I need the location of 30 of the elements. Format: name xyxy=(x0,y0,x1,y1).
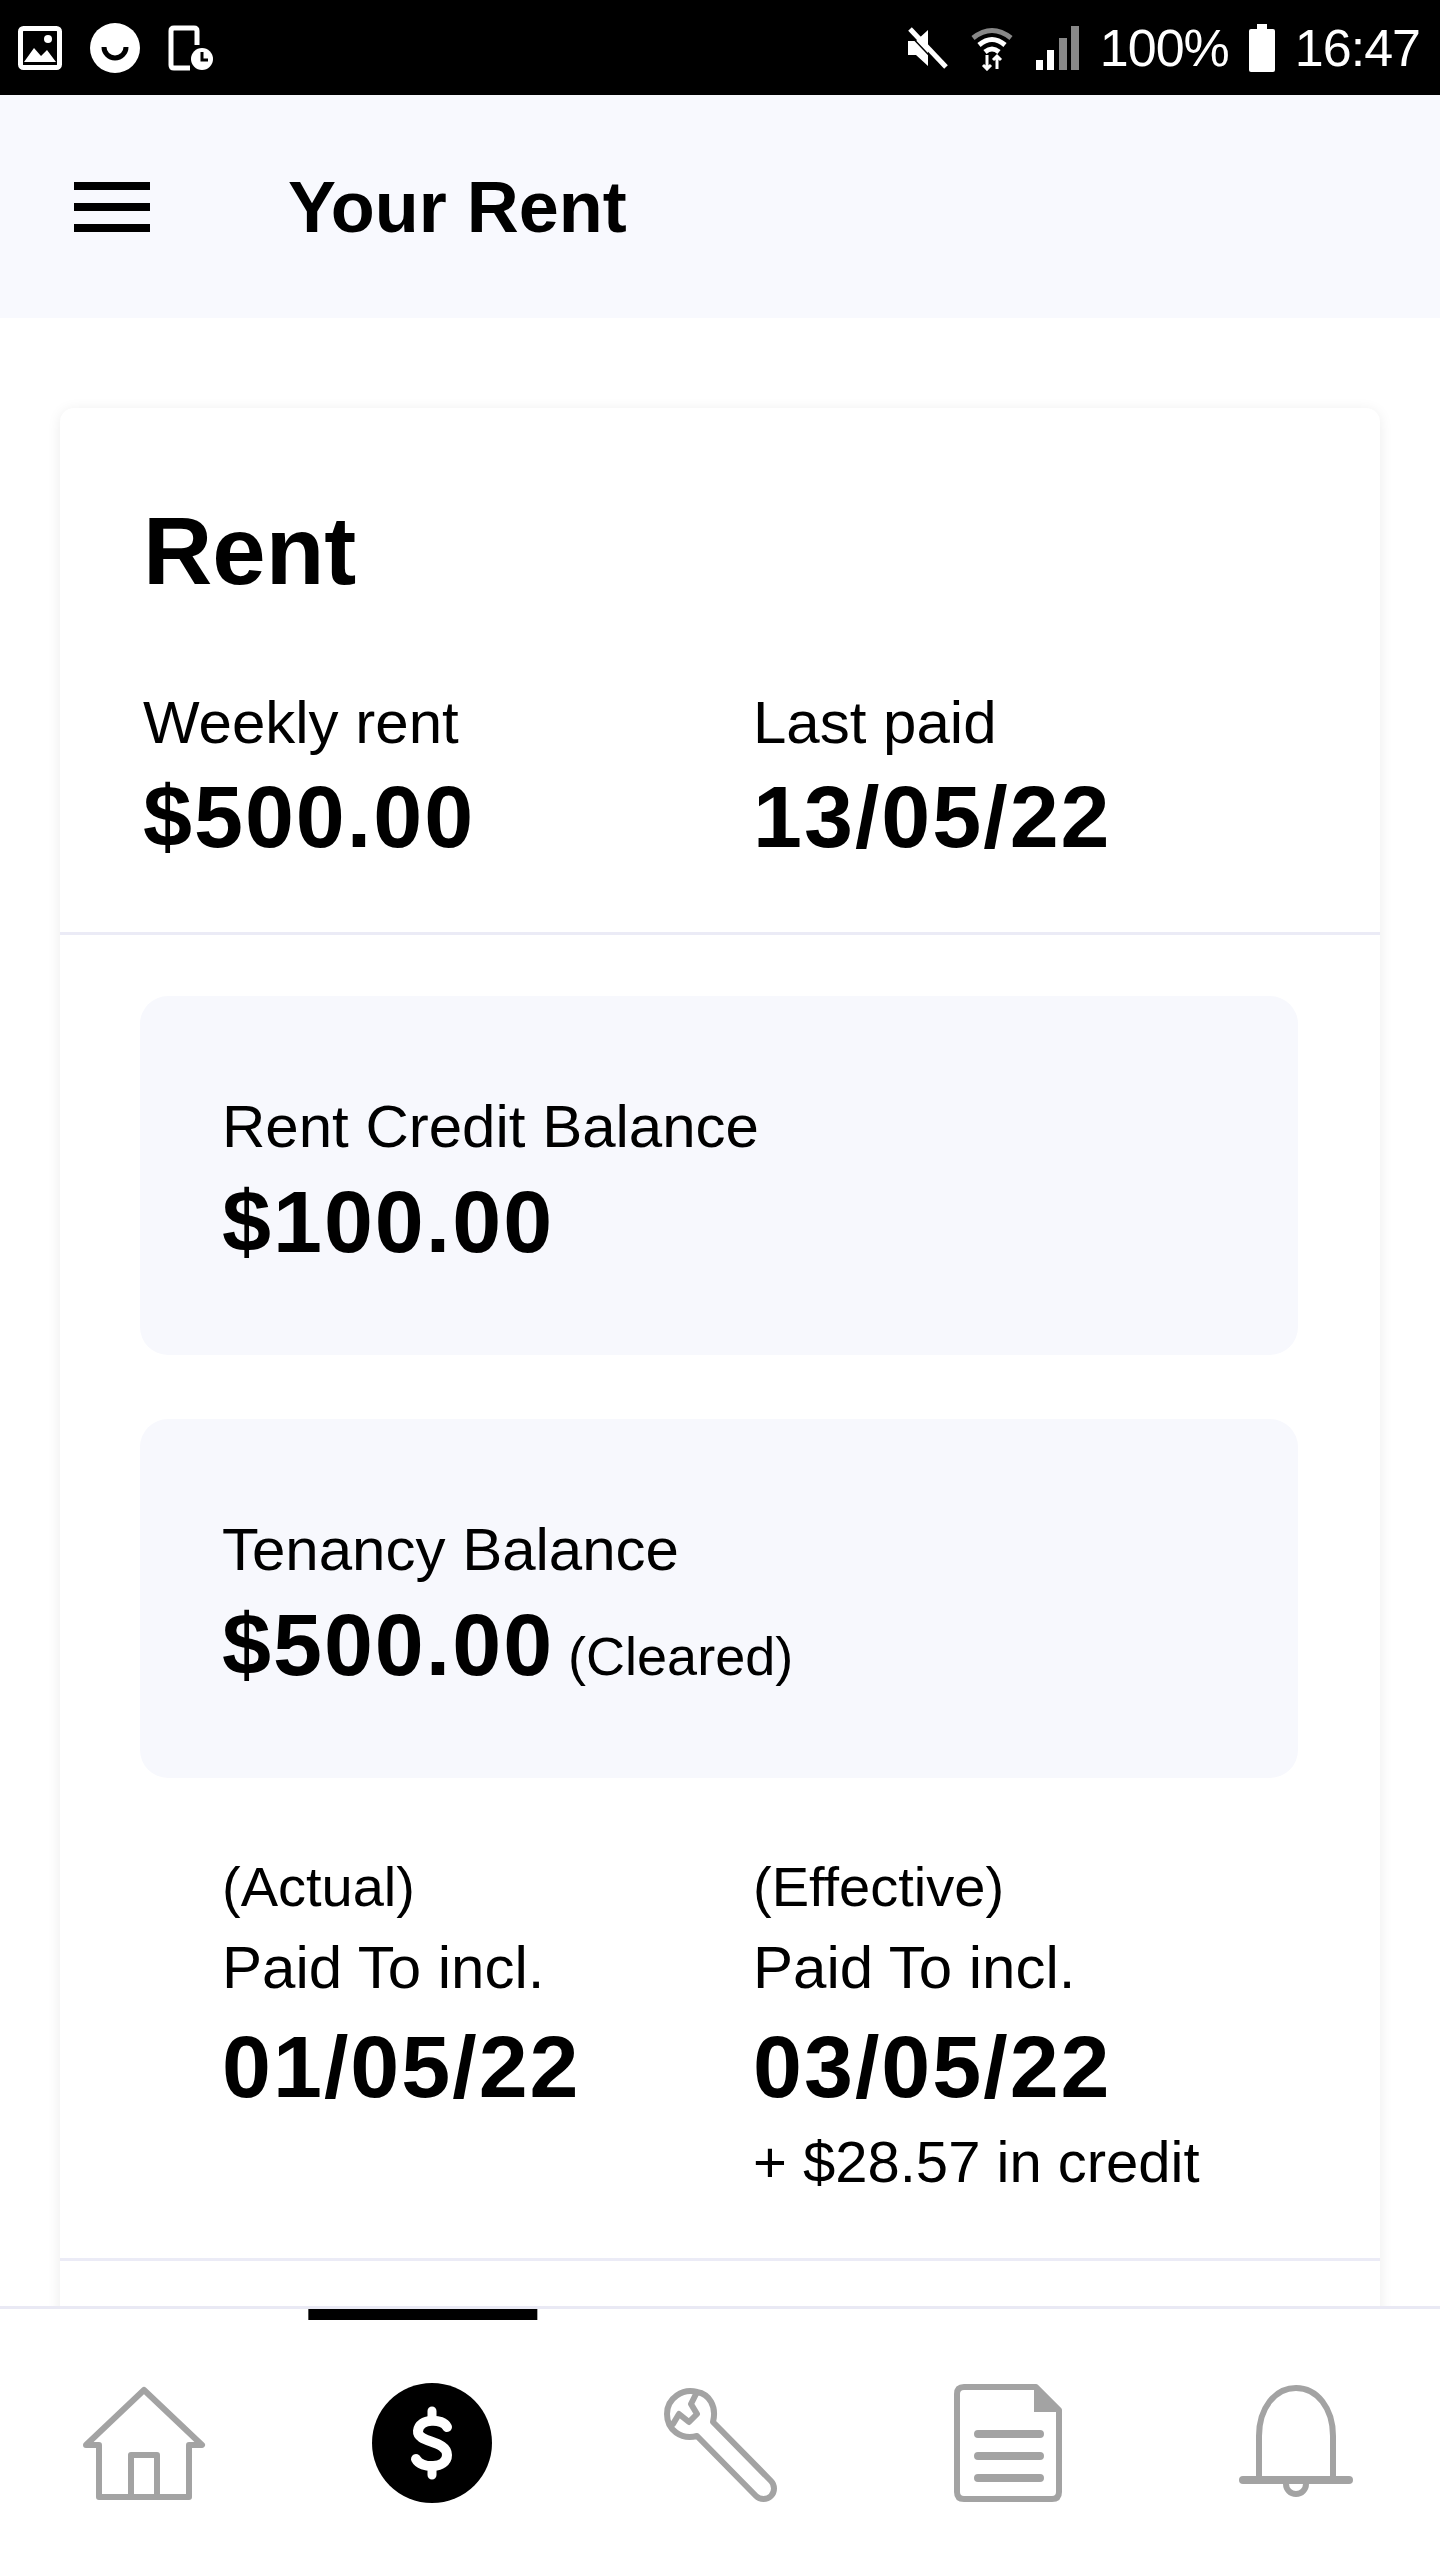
card-title: Rent xyxy=(143,496,358,606)
paid-to-label: Paid To incl. xyxy=(222,1933,545,2003)
image-icon xyxy=(18,25,62,70)
clock-time: 16:47 xyxy=(1294,17,1420,78)
menu-icon xyxy=(74,181,150,232)
battery-icon xyxy=(1248,23,1275,72)
menu-button[interactable] xyxy=(74,181,150,232)
balance-amount: $500.00 xyxy=(222,1594,555,1695)
summary-value: $500.00 xyxy=(143,766,476,867)
paid-to-date: 03/05/22 xyxy=(753,2016,1112,2117)
paid-to-date: 01/05/22 xyxy=(222,2016,581,2117)
smiley-icon xyxy=(90,22,140,73)
paid-to-qualifier: (Effective) xyxy=(753,1854,1005,1920)
page-title: Your Rent xyxy=(288,165,627,249)
balance-status: (Cleared) xyxy=(568,1625,794,1688)
signal-icon xyxy=(1033,25,1080,70)
credit-note: + $28.57 in credit xyxy=(753,2128,1200,2196)
balance-label: Tenancy Balance xyxy=(222,1515,679,1585)
document-icon xyxy=(954,2383,1062,2502)
dollar-icon xyxy=(372,2382,492,2503)
summary-value: 13/05/22 xyxy=(753,766,1112,867)
summary-label: Last paid xyxy=(753,688,997,758)
balance-label: Rent Credit Balance xyxy=(222,1092,759,1162)
summary-label: Weekly rent xyxy=(143,688,459,758)
battery-percent: 100% xyxy=(1099,17,1229,78)
paid-to-qualifier: (Actual) xyxy=(222,1854,415,1920)
paid-to-label: Paid To incl. xyxy=(753,1933,1076,2003)
device-clock-icon xyxy=(168,24,214,71)
balance-amount: $100.00 xyxy=(222,1171,555,1272)
home-icon xyxy=(81,2384,207,2501)
